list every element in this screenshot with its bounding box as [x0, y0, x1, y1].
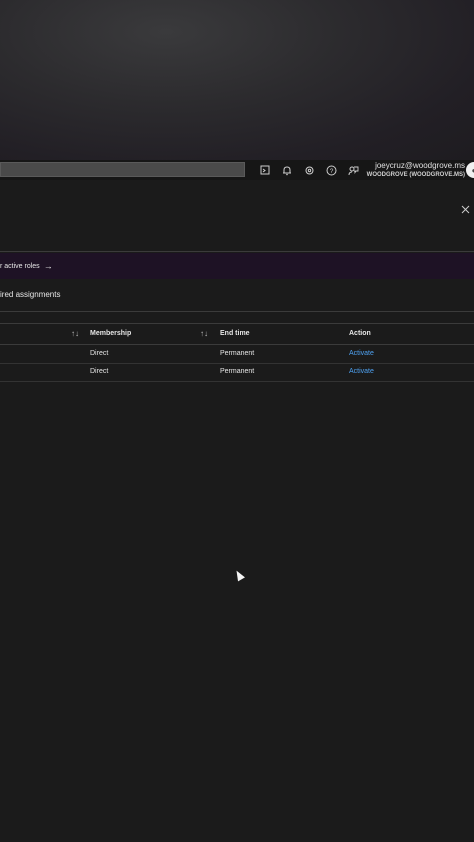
mouse-cursor-icon	[233, 568, 245, 582]
tab-expired-assignments[interactable]: ired assignments	[0, 290, 60, 299]
divider	[0, 311, 474, 312]
blurred-background	[0, 0, 474, 160]
table-row: Direct Permanent Activate	[0, 363, 474, 382]
sort-icon[interactable]: ↑↓	[200, 329, 208, 338]
divider	[0, 251, 474, 252]
column-header-end-time[interactable]: End time	[220, 330, 250, 337]
account-info[interactable]: joeycruz@woodgrove.ms WOODGROVE (WOODGRO…	[367, 161, 465, 179]
cell-end-time: Permanent	[220, 368, 255, 375]
table-row: Direct Permanent Activate	[0, 345, 474, 364]
table-header: ↑↓ Membership ↑↓ End time Action	[0, 325, 474, 345]
banner-text: r active roles	[0, 262, 40, 270]
bell-icon[interactable]	[280, 163, 294, 177]
svg-text:?: ?	[329, 168, 333, 175]
activate-link[interactable]: Activate	[349, 350, 374, 357]
cell-membership: Direct	[90, 368, 109, 375]
column-header-membership[interactable]: Membership	[90, 330, 131, 337]
sort-icon[interactable]: ↑↓	[71, 329, 79, 338]
cell-membership: Direct	[90, 350, 109, 357]
active-roles-banner[interactable]: r active roles →	[0, 253, 474, 279]
close-icon[interactable]	[458, 202, 472, 216]
divider	[0, 323, 474, 324]
search-input[interactable]	[0, 162, 245, 177]
user-tenant: WOODGROVE (WOODGROVE.MS)	[366, 172, 465, 178]
column-header-action: Action	[349, 330, 371, 337]
activate-link[interactable]: Activate	[349, 368, 374, 375]
cell-end-time: Permanent	[220, 350, 255, 357]
help-icon[interactable]: ?	[324, 163, 338, 177]
feedback-icon[interactable]	[346, 163, 360, 177]
gear-icon[interactable]	[302, 163, 316, 177]
cloud-shell-icon[interactable]	[258, 163, 272, 177]
user-email: joeycruz@woodgrove.ms	[375, 161, 465, 170]
arrow-right-icon: →	[43, 261, 53, 271]
